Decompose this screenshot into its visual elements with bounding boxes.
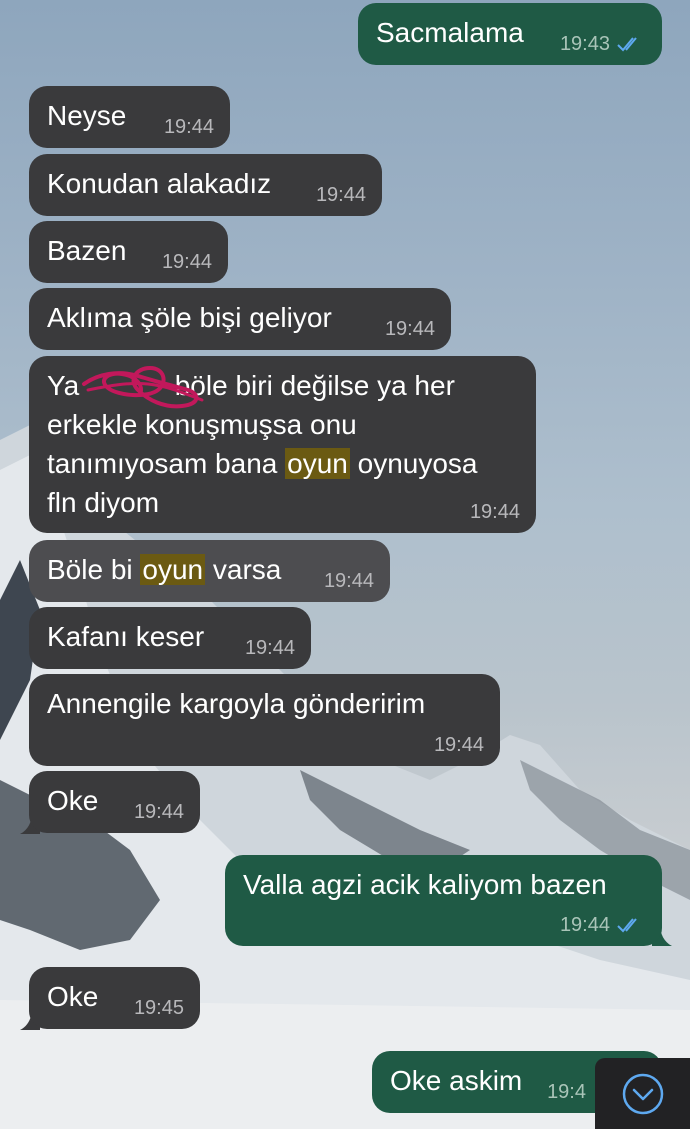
message-bubble-incoming[interactable]: Kafanı keser 19:44 bbox=[29, 607, 311, 669]
message-time: 19:44 bbox=[161, 251, 212, 273]
message-bubble-incoming[interactable]: Aklıma şöle bişi geliyor 19:44 bbox=[29, 288, 451, 350]
search-highlight: oyun bbox=[140, 554, 206, 585]
chevron-down-circle-icon bbox=[622, 1073, 664, 1115]
message-bubble-incoming[interactable]: Bazen 19:44 bbox=[29, 221, 228, 283]
message-time: 19:44 bbox=[384, 318, 435, 340]
scribble-redaction bbox=[82, 365, 204, 409]
message-text: Konudan alakadız bbox=[47, 168, 272, 199]
message-text: Neyse bbox=[47, 100, 127, 131]
message-time: 19:44 bbox=[469, 501, 520, 523]
message-text: Annengile kargoyla gönderirim bbox=[47, 688, 426, 719]
search-highlight: oyun bbox=[285, 448, 350, 479]
message-time: 19:44 bbox=[323, 570, 374, 592]
message-text: Kafanı keser bbox=[47, 621, 205, 652]
double-check-icon bbox=[617, 37, 637, 52]
scroll-to-bottom-button[interactable] bbox=[595, 1058, 690, 1129]
message-time: 19:44 bbox=[133, 801, 184, 823]
message-time: 19:44 bbox=[244, 637, 295, 659]
message-line: tanımıyosam bana oyun oynuyosa bbox=[47, 448, 478, 479]
message-text: Sacmalama bbox=[376, 17, 524, 48]
message-time: 19:44 bbox=[433, 734, 484, 756]
message-bubble-incoming[interactable]: Oke 19:45 bbox=[29, 967, 200, 1029]
message-bubble-incoming[interactable]: Neyse 19:44 bbox=[29, 86, 230, 148]
message-time: 19:44 bbox=[163, 116, 214, 138]
message-time: 19:44 bbox=[559, 914, 610, 936]
message-text: Oke bbox=[47, 981, 99, 1012]
message-time: 19:45 bbox=[133, 997, 184, 1019]
message-bubble-outgoing[interactable]: Sacmalama 19:43 bbox=[358, 3, 662, 65]
message-text: Oke askim bbox=[390, 1065, 523, 1096]
message-bubble-incoming[interactable]: Annengile kargoyla gönderirim 19:44 bbox=[29, 674, 500, 766]
message-text: Oke bbox=[47, 785, 99, 816]
message-bubble-incoming[interactable]: Oke 19:44 bbox=[29, 771, 200, 833]
message-time: 19:43 bbox=[559, 33, 610, 55]
message-time: 19:44 bbox=[315, 184, 366, 206]
message-text: Aklıma şöle bişi geliyor bbox=[47, 302, 332, 333]
message-bubble-incoming[interactable]: Böle bi oyun varsa 19:44 bbox=[29, 540, 390, 602]
message-bubble-incoming[interactable]: Konudan alakadız 19:44 bbox=[29, 154, 382, 216]
message-text: Böle bi oyun varsa bbox=[47, 554, 282, 585]
double-check-icon bbox=[617, 918, 637, 933]
message-text: Bazen bbox=[47, 235, 127, 266]
message-bubble-outgoing[interactable]: Valla agzi acik kaliyom bazen 19:44 bbox=[225, 855, 662, 946]
message-text: Valla agzi acik kaliyom bazen bbox=[243, 869, 607, 900]
message-line: fln diyom bbox=[47, 487, 160, 518]
message-time: 19:4 bbox=[547, 1081, 586, 1103]
